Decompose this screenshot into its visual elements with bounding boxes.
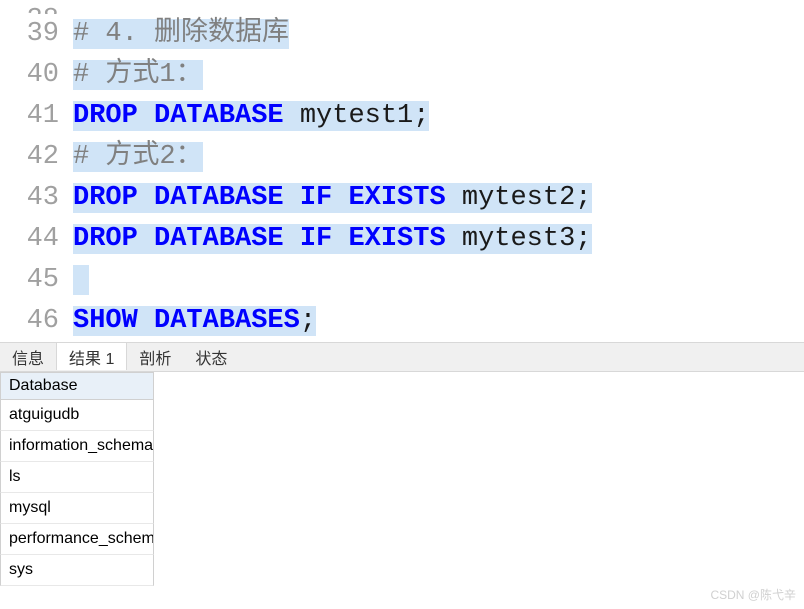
code-content[interactable]: # 方式1：	[73, 55, 203, 96]
column-header[interactable]: Database	[0, 372, 154, 400]
code-line[interactable]: 38	[0, 0, 804, 14]
line-number: 39	[0, 14, 73, 55]
code-content[interactable]: DROP DATABASE mytest1;	[73, 96, 429, 137]
line-number: 43	[0, 178, 73, 219]
line-number: 42	[0, 137, 73, 178]
result-tabs-bar: 信息结果 1剖析状态	[0, 342, 804, 372]
result-table[interactable]: Database atguigudbinformation_schemalsmy…	[0, 372, 804, 586]
line-number: 41	[0, 96, 73, 137]
tab-1[interactable]: 结果 1	[56, 342, 127, 370]
table-row[interactable]: ls	[0, 462, 154, 493]
code-content[interactable]	[73, 260, 89, 301]
code-line[interactable]: 46SHOW DATABASES;	[0, 301, 804, 342]
table-row[interactable]: information_schema	[0, 431, 154, 462]
table-row[interactable]: sys	[0, 555, 154, 586]
code-content[interactable]: SHOW DATABASES;	[73, 301, 316, 342]
code-editor[interactable]: 38 39# 4. 删除数据库40# 方式1：41DROP DATABASE m…	[0, 0, 804, 342]
table-row[interactable]: performance_schema	[0, 524, 154, 555]
tab-2[interactable]: 剖析	[127, 343, 183, 371]
code-line[interactable]: 39# 4. 删除数据库	[0, 14, 804, 55]
code-line[interactable]: 41DROP DATABASE mytest1;	[0, 96, 804, 137]
line-number: 40	[0, 55, 73, 96]
code-line[interactable]: 43DROP DATABASE IF EXISTS mytest2;	[0, 178, 804, 219]
code-line[interactable]: 40# 方式1：	[0, 55, 804, 96]
line-number: 38	[0, 0, 73, 14]
code-content[interactable]: DROP DATABASE IF EXISTS mytest2;	[73, 178, 592, 219]
table-row[interactable]: atguigudb	[0, 400, 154, 431]
watermark: CSDN @陈弋辛	[710, 586, 796, 603]
line-number: 46	[0, 301, 73, 342]
tab-3[interactable]: 状态	[183, 343, 239, 371]
code-line[interactable]: 44DROP DATABASE IF EXISTS mytest3;	[0, 219, 804, 260]
tab-0[interactable]: 信息	[0, 343, 56, 371]
table-row[interactable]: mysql	[0, 493, 154, 524]
code-content[interactable]: # 4. 删除数据库	[73, 14, 289, 55]
line-number: 45	[0, 260, 73, 301]
code-line[interactable]: 45	[0, 260, 804, 301]
code-content[interactable]: DROP DATABASE IF EXISTS mytest3;	[73, 219, 592, 260]
code-content[interactable]: # 方式2：	[73, 137, 203, 178]
line-number: 44	[0, 219, 73, 260]
code-line[interactable]: 42# 方式2：	[0, 137, 804, 178]
